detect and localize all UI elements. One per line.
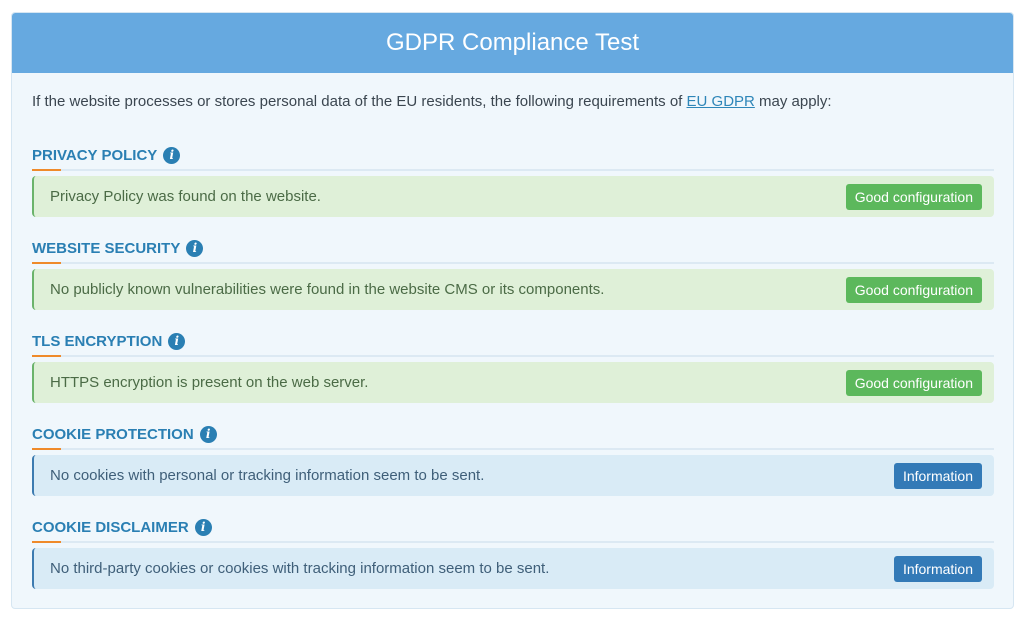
status-badge: Good configuration <box>845 276 982 303</box>
status-alert: No third-party cookies or cookies with t… <box>32 548 994 589</box>
status-badge: Good configuration <box>845 369 982 396</box>
section-divider <box>32 262 994 264</box>
section-tls-encryption: TLS ENCRYPTION i HTTPS encryption is pres… <box>32 330 994 403</box>
status-message: No cookies with personal or tracking inf… <box>50 467 485 484</box>
section-divider <box>32 448 994 450</box>
status-message: No publicly known vulnerabilities were f… <box>50 281 605 298</box>
section-divider <box>32 169 994 171</box>
status-alert: HTTPS encryption is present on the web s… <box>32 362 994 403</box>
status-badge: Information <box>893 555 982 582</box>
intro-after: may apply: <box>754 93 832 110</box>
status-message: Privacy Policy was found on the website. <box>50 188 321 205</box>
section-divider <box>32 355 994 357</box>
section-title: TLS ENCRYPTION <box>32 332 163 350</box>
section-title: COOKIE DISCLAIMER <box>32 518 189 536</box>
status-message: HTTPS encryption is present on the web s… <box>50 374 369 391</box>
section-title: PRIVACY POLICY <box>32 146 158 164</box>
status-alert: Privacy Policy was found on the website.… <box>32 176 994 217</box>
section-website-security: WEBSITE SECURITY i No publicly known vuln… <box>32 237 994 310</box>
info-icon[interactable]: i <box>168 332 186 350</box>
status-alert: No cookies with personal or tracking inf… <box>32 455 994 496</box>
status-badge: Good configuration <box>845 183 982 210</box>
status-badge: Information <box>893 462 982 489</box>
panel-header: GDPR Compliance Test <box>12 13 1013 73</box>
eu-gdpr-link[interactable]: EU GDPR <box>687 93 755 110</box>
info-icon[interactable]: i <box>194 518 212 536</box>
section-title: WEBSITE SECURITY <box>32 239 181 257</box>
status-alert: No publicly known vulnerabilities were f… <box>32 269 994 310</box>
status-message: No third-party cookies or cookies with t… <box>50 560 550 577</box>
page-title: GDPR Compliance Test <box>386 29 639 56</box>
gdpr-panel: GDPR Compliance Test If the website proc… <box>11 12 1014 609</box>
section-privacy-policy: PRIVACY POLICY i Privacy Policy was found… <box>32 144 994 217</box>
section-cookie-disclaimer: COOKIE DISCLAIMER i No third-party cookie… <box>32 516 994 589</box>
intro-before: If the website processes or stores perso… <box>32 93 687 110</box>
info-icon[interactable]: i <box>186 239 204 257</box>
section-title: COOKIE PROTECTION <box>32 425 194 443</box>
intro-text: If the website processes or stores perso… <box>32 93 832 110</box>
section-divider <box>32 541 994 543</box>
info-icon[interactable]: i <box>199 425 217 443</box>
info-icon[interactable]: i <box>163 146 181 164</box>
section-cookie-protection: COOKIE PROTECTION i No cookies with perso… <box>32 423 994 496</box>
